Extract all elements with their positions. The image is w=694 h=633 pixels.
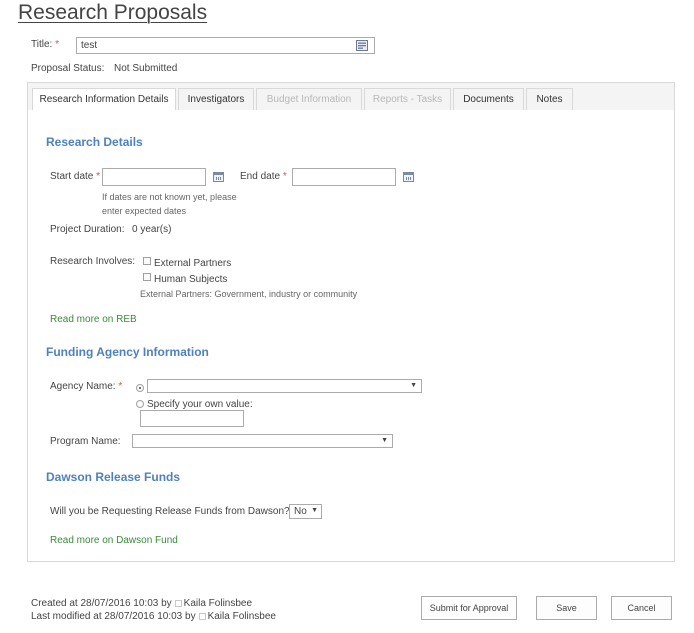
agency-select-radio[interactable] [136, 384, 144, 392]
human-subjects-checkbox[interactable] [143, 273, 151, 281]
tab-research-information-details[interactable]: Research Information Details [32, 88, 176, 112]
date-hint-line2: enter expected dates [102, 206, 187, 216]
calendar-icon[interactable] [403, 172, 414, 182]
start-date-input[interactable] [102, 168, 206, 186]
start-date-label: Start date * [50, 171, 101, 182]
research-involves-label: Research Involves: [50, 256, 136, 267]
specify-own-value-input[interactable] [140, 410, 244, 427]
release-funds-select[interactable]: No ▼ [289, 504, 322, 519]
project-duration-value: 0 year(s) [132, 224, 172, 235]
required-marker: * [96, 171, 101, 182]
agency-name-select[interactable]: ▼ [147, 379, 422, 393]
read-more-reb-link[interactable]: Read more on REB [50, 314, 137, 325]
specify-own-value-radio[interactable] [136, 400, 144, 408]
cancel-button[interactable]: Cancel [611, 596, 672, 620]
funding-agency-heading: Funding Agency Information [46, 345, 209, 359]
human-subjects-label: Human Subjects [154, 274, 228, 285]
field-menu-icon[interactable] [356, 40, 368, 51]
required-marker: * [55, 39, 59, 50]
release-funds-question: Will you be Requesting Release Funds fro… [50, 506, 290, 517]
agency-name-label: Agency Name: * [50, 381, 123, 392]
project-duration-label: Project Duration: [50, 224, 125, 235]
submit-for-approval-button[interactable]: Submit for Approval [421, 596, 517, 620]
save-button[interactable]: Save [536, 596, 597, 620]
specify-own-value-label: Specify your own value: [147, 399, 253, 410]
research-details-heading: Research Details [46, 135, 143, 149]
end-date-input[interactable] [292, 168, 396, 186]
required-marker: * [282, 171, 287, 182]
calendar-icon[interactable] [213, 172, 224, 182]
created-info: Created at 28/07/2016 10:03 by Kaila Foli… [31, 598, 253, 609]
tab-budget-information: Budget Information [256, 88, 362, 111]
status-label: Proposal Status: [31, 63, 105, 74]
chevron-down-icon: ▼ [410, 382, 417, 389]
program-name-label: Program Name: [50, 436, 121, 447]
status-value: Not Submitted [114, 63, 178, 74]
read-more-dawson-fund-link[interactable]: Read more on Dawson Fund [50, 535, 178, 546]
chevron-down-icon: ▼ [381, 437, 388, 444]
external-partners-note: External Partners: Government, industry … [140, 289, 358, 299]
title-input-value: test [81, 40, 98, 51]
required-marker: * [118, 381, 123, 392]
date-hint-line1: If dates are not known yet, please [102, 192, 237, 202]
user-presence-icon [174, 600, 182, 607]
tab-investigators[interactable]: Investigators [178, 88, 254, 111]
tab-notes[interactable]: Notes [526, 88, 573, 111]
program-name-select[interactable]: ▼ [132, 434, 393, 448]
external-partners-label: External Partners [154, 258, 232, 269]
title-input[interactable]: test [76, 37, 375, 54]
tab-reports-tasks: Reports - Tasks [364, 88, 451, 111]
chevron-down-icon: ▼ [311, 507, 318, 514]
title-label: Title: * [31, 39, 59, 50]
external-partners-checkbox[interactable] [143, 257, 151, 265]
release-funds-heading: Dawson Release Funds [46, 470, 181, 484]
modified-info: Last modified at 28/07/2016 10:03 by Kail… [31, 611, 276, 622]
modified-user[interactable]: Kaila Folinsbee [208, 611, 276, 622]
page-title: Research Proposals [18, 1, 208, 24]
end-date-label: End date * [240, 171, 287, 182]
user-presence-icon [198, 613, 206, 620]
created-user[interactable]: Kaila Folinsbee [184, 598, 252, 609]
tab-documents[interactable]: Documents [453, 88, 524, 111]
